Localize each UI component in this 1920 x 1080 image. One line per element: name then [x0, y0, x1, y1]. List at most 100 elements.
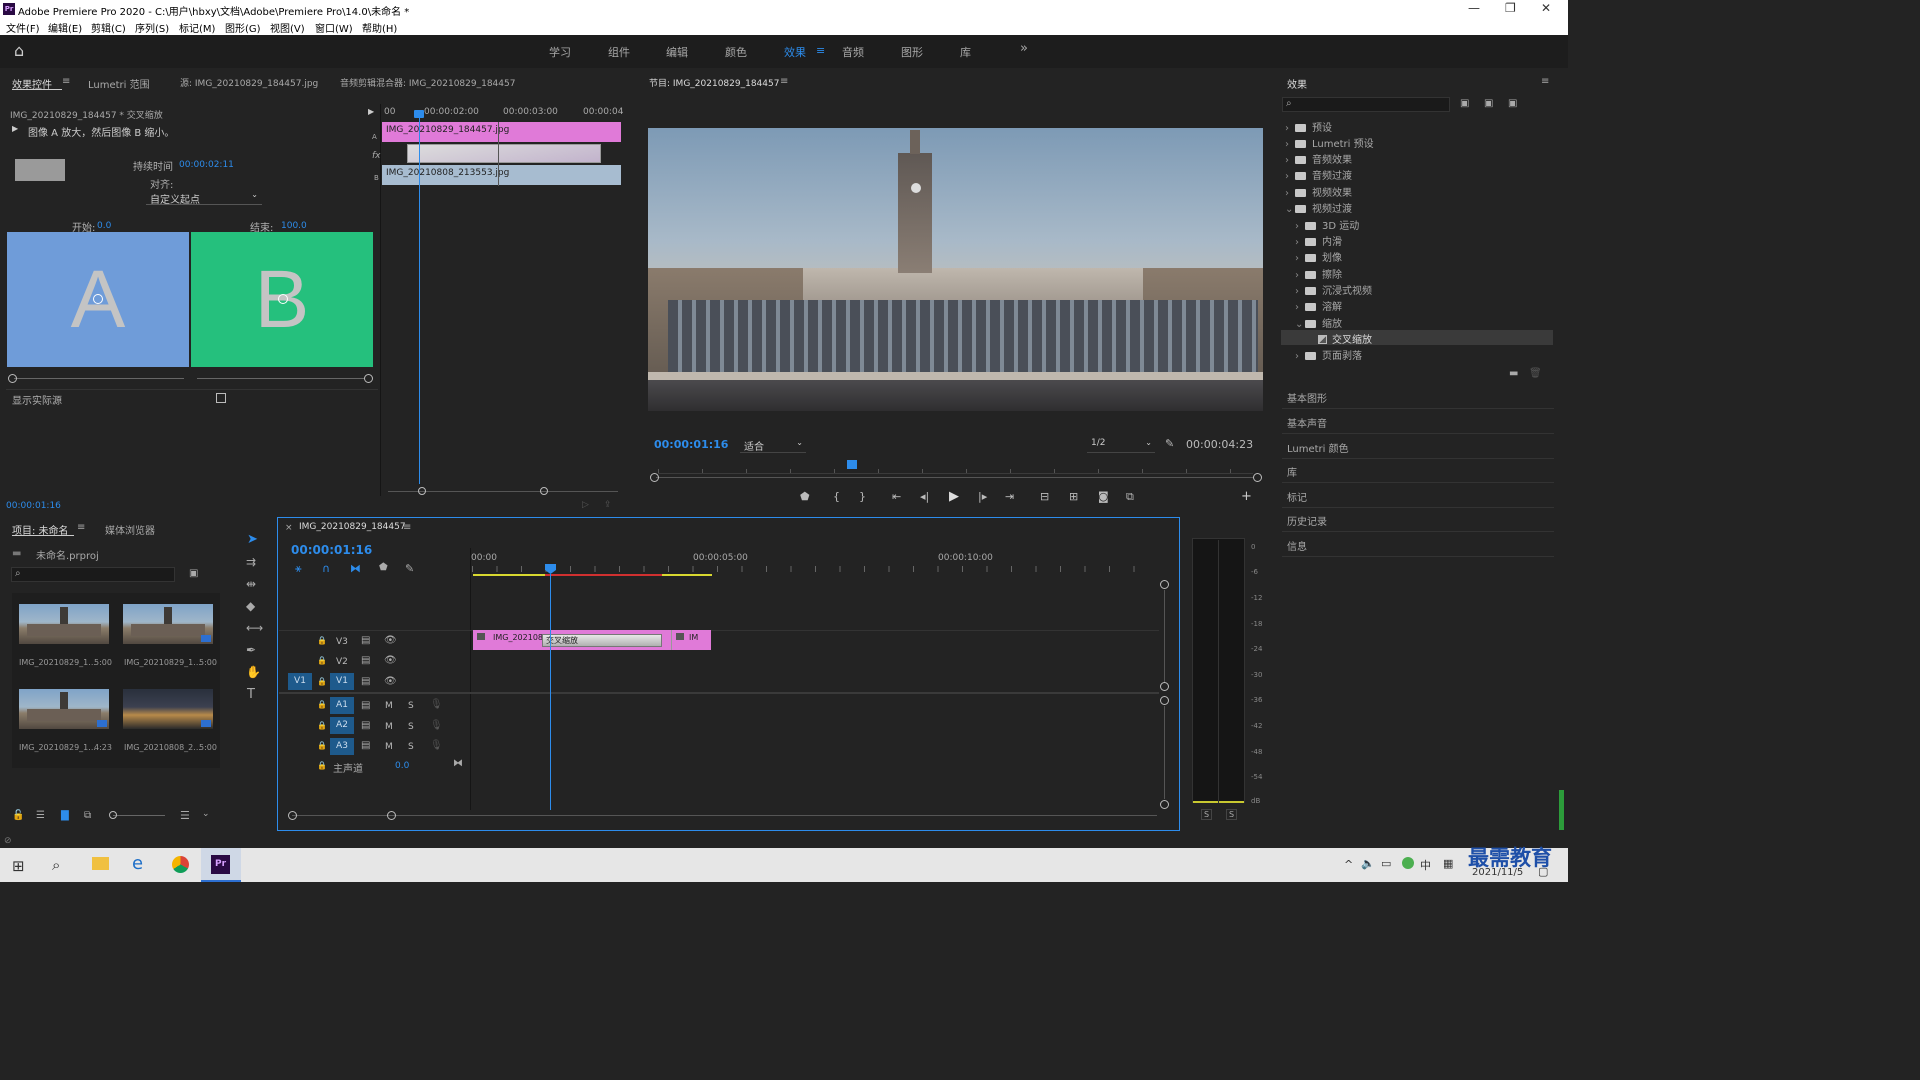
- track-label-a1[interactable]: A1: [330, 697, 354, 714]
- effects-menu-icon[interactable]: ≡: [1541, 76, 1549, 87]
- panel-libraries[interactable]: 库: [1287, 464, 1297, 479]
- export-icon[interactable]: ⇪: [604, 500, 612, 510]
- eye-icon[interactable]: 👁: [384, 635, 397, 646]
- premiere-taskbar-icon[interactable]: Pr: [211, 855, 230, 874]
- scroll-indicator[interactable]: [1559, 790, 1564, 830]
- project-item-thumbnail[interactable]: [123, 689, 213, 729]
- audio-vertical-scrollbar[interactable]: [1164, 706, 1165, 799]
- add-marker-icon[interactable]: ⬟: [379, 562, 388, 573]
- tree-item-wipe[interactable]: › 擦除: [1295, 266, 1342, 281]
- chevron-up-icon[interactable]: ^: [1344, 858, 1353, 871]
- type-tool-icon[interactable]: T: [247, 687, 255, 702]
- tray-app-icon[interactable]: [1402, 857, 1414, 869]
- list-view-icon[interactable]: ☰: [36, 810, 45, 821]
- camera-icon[interactable]: ◙: [1098, 490, 1109, 503]
- file-explorer-icon[interactable]: [92, 857, 109, 870]
- go-to-out-icon[interactable]: ⇥: [1005, 490, 1014, 503]
- menu-window[interactable]: 窗口(W): [315, 20, 353, 35]
- sync-lock-icon[interactable]: ▤: [361, 720, 370, 731]
- panel-essential-graphics[interactable]: 基本图形: [1287, 390, 1327, 405]
- end-slider-handle[interactable]: [364, 374, 373, 383]
- source-patch-v1[interactable]: V1: [288, 673, 312, 690]
- network-icon[interactable]: ▭: [1381, 857, 1391, 870]
- tree-item-immersive-video[interactable]: › 沉浸式视频: [1295, 282, 1372, 297]
- ripple-edit-tool-icon[interactable]: ⇹: [246, 577, 256, 591]
- sync-lock-icon[interactable]: ▤: [361, 635, 370, 646]
- workspace-learn[interactable]: 学习: [549, 44, 571, 60]
- workspace-audio[interactable]: 音频: [842, 44, 864, 60]
- effects-search-input[interactable]: ⌕: [1282, 97, 1450, 112]
- track-label-v1[interactable]: V1: [330, 673, 354, 690]
- menu-help[interactable]: 帮助(H): [362, 20, 397, 35]
- home-icon[interactable]: ⌂: [14, 41, 24, 60]
- mute-button[interactable]: M: [385, 722, 393, 732]
- yuv-effects-icon[interactable]: ▣: [1508, 98, 1517, 109]
- program-timecode[interactable]: 00:00:01:16: [654, 438, 728, 451]
- timeline-ruler-ticks[interactable]: [472, 566, 1157, 572]
- program-menu-icon[interactable]: ≡: [780, 76, 788, 87]
- timeline-clip-2[interactable]: IM: [671, 630, 711, 650]
- play-icon[interactable]: ▶: [949, 489, 959, 504]
- track-label-a2[interactable]: A2: [330, 717, 354, 734]
- ime-indicator[interactable]: 中: [1420, 857, 1431, 873]
- fit-dropdown[interactable]: 适合 ⌄: [740, 438, 806, 453]
- mute-button[interactable]: M: [385, 742, 393, 752]
- menu-graphics[interactable]: 图形(G): [225, 20, 261, 35]
- lock-icon[interactable]: 🔒: [317, 721, 327, 730]
- new-bin-icon[interactable]: ▬: [1509, 368, 1518, 379]
- sync-lock-icon[interactable]: ▤: [361, 676, 370, 687]
- workspace-menu-icon[interactable]: ≡: [816, 44, 825, 57]
- hand-tool-icon[interactable]: ✋: [246, 665, 261, 679]
- lift-icon[interactable]: ⊟: [1040, 490, 1049, 503]
- panel-markers[interactable]: 标记: [1287, 489, 1307, 504]
- panel-essential-sound[interactable]: 基本声音: [1287, 415, 1327, 430]
- start-slider-handle[interactable]: [8, 374, 17, 383]
- master-expand-icon[interactable]: ⧓: [453, 758, 463, 769]
- sort-icon[interactable]: ☰: [180, 809, 190, 822]
- center-point-b-icon[interactable]: [278, 294, 288, 304]
- workspace-effects[interactable]: 效果: [784, 44, 806, 60]
- program-zoom-handle-right[interactable]: [1253, 473, 1262, 482]
- mini-scroll-handle-right[interactable]: [540, 487, 548, 495]
- clip-a-bar[interactable]: IMG_20210829_184457.jpg: [382, 122, 621, 142]
- zoom-slider[interactable]: [113, 815, 165, 816]
- menu-clip[interactable]: 剪辑(C): [91, 20, 126, 35]
- program-time-ruler[interactable]: [658, 462, 1253, 474]
- mark-out-icon[interactable]: }: [859, 490, 866, 503]
- accelerated-effects-icon[interactable]: ▣: [1460, 98, 1469, 109]
- mic-icon[interactable]: 🎙: [430, 720, 443, 731]
- search-icon[interactable]: ⌕: [52, 856, 60, 874]
- tree-item-dissolve[interactable]: › 溶解: [1295, 298, 1342, 313]
- keyboard-icon[interactable]: ▦: [1443, 857, 1453, 870]
- project-menu-icon[interactable]: ≡: [77, 522, 85, 533]
- tab-media-browser[interactable]: 媒体浏览器: [105, 522, 155, 537]
- solo-button[interactable]: S: [408, 722, 414, 732]
- tree-item-video-effects[interactable]: › 视频效果: [1285, 184, 1352, 199]
- tab-lumetri-scopes[interactable]: Lumetri 范围: [88, 76, 150, 91]
- expand-arrow-icon[interactable]: ▶: [12, 124, 18, 133]
- selection-tool-icon[interactable]: ➤: [247, 532, 258, 547]
- sync-lock-icon[interactable]: ▤: [361, 700, 370, 711]
- maximize-icon[interactable]: ❐: [1505, 1, 1516, 15]
- mini-playhead-handle[interactable]: [414, 110, 424, 118]
- extract-icon[interactable]: ⊞: [1069, 490, 1078, 503]
- sync-lock-icon[interactable]: ▤: [361, 740, 370, 751]
- tab-menu-icon[interactable]: ≡: [62, 76, 70, 87]
- align-dropdown[interactable]: 自定义起点 ⌄: [146, 190, 262, 206]
- pen-tool-icon[interactable]: ✒: [246, 643, 256, 657]
- clip-b-bar[interactable]: IMG_20210808_213553.jpg: [382, 165, 621, 185]
- lock-icon[interactable]: 🔒: [317, 741, 327, 750]
- lock-icon[interactable]: 🔒: [317, 761, 327, 770]
- find-icon[interactable]: ▣: [189, 568, 198, 579]
- workspace-color[interactable]: 颜色: [725, 44, 747, 60]
- project-item-thumbnail[interactable]: [19, 604, 109, 644]
- timeline-scroll-handle-right[interactable]: [387, 811, 396, 820]
- timeline-transition-cross-zoom[interactable]: 交叉缩放: [542, 634, 662, 647]
- close-icon[interactable]: ✕: [1541, 1, 1551, 15]
- wrench-icon[interactable]: ✎: [1165, 437, 1174, 450]
- lock-icon[interactable]: 🔒: [317, 677, 327, 686]
- tree-item-audio-transitions[interactable]: › 音频过渡: [1285, 167, 1352, 182]
- timeline-playhead[interactable]: [550, 574, 551, 810]
- 32bit-effects-icon[interactable]: ▣: [1484, 98, 1493, 109]
- tree-item-lumetri-presets[interactable]: › Lumetri 预设: [1285, 135, 1374, 150]
